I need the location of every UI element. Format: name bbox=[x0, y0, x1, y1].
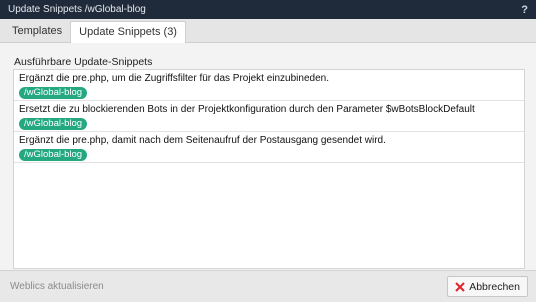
list-item[interactable]: Ergänzt die pre.php, damit nach dem Seit… bbox=[14, 132, 524, 163]
snippet-description: Ersetzt die zu blockierenden Bots in der… bbox=[19, 104, 475, 115]
dialog-footer: Weblics aktualisieren Abbrechen bbox=[0, 270, 536, 302]
section-label: Ausführbare Update-Snippets bbox=[14, 56, 153, 68]
project-badge: /wGlobal-blog bbox=[19, 149, 88, 161]
dialog-title: Update Snippets /wGlobal-blog bbox=[8, 4, 146, 15]
cancel-button-label: Abbrechen bbox=[469, 280, 520, 293]
tab-templates[interactable]: Templates bbox=[4, 21, 70, 42]
update-snippets-dialog: Update Snippets /wGlobal-blog ? Template… bbox=[0, 0, 536, 302]
tab-bar: Templates Update Snippets (3) bbox=[0, 19, 536, 43]
help-icon[interactable]: ? bbox=[521, 4, 528, 16]
snippet-list[interactable]: Ergänzt die pre.php, um die Zugriffsfilt… bbox=[13, 69, 525, 269]
snippet-description: Ergänzt die pre.php, damit nach dem Seit… bbox=[19, 135, 386, 146]
project-badge: /wGlobal-blog bbox=[19, 118, 88, 130]
snippet-description: Ergänzt die pre.php, um die Zugriffsfilt… bbox=[19, 73, 329, 84]
dialog-titlebar: Update Snippets /wGlobal-blog ? bbox=[0, 0, 536, 19]
list-item[interactable]: Ersetzt die zu blockierenden Bots in der… bbox=[14, 101, 524, 132]
tab-content: Ausführbare Update-Snippets Ergänzt die … bbox=[0, 43, 536, 270]
project-badge: /wGlobal-blog bbox=[19, 87, 88, 99]
update-weblics-link[interactable]: Weblics aktualisieren bbox=[10, 281, 104, 292]
list-item[interactable]: Ergänzt die pre.php, um die Zugriffsfilt… bbox=[14, 70, 524, 101]
cancel-button[interactable]: Abbrechen bbox=[447, 276, 528, 297]
tab-update-snippets[interactable]: Update Snippets (3) bbox=[70, 21, 186, 43]
close-icon bbox=[455, 281, 465, 292]
